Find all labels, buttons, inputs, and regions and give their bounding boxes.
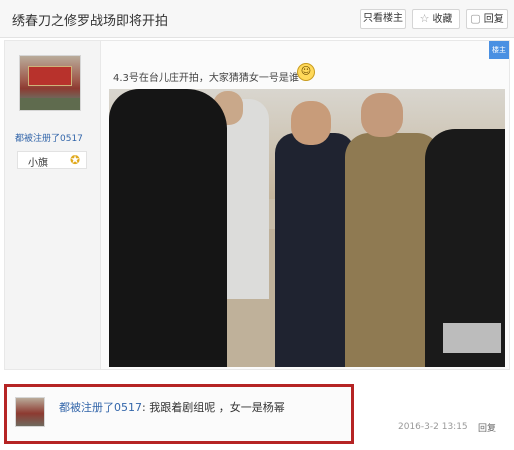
reply-text: 都被注册了0517: 我跟着剧组呢 ，女一是杨幂 [59, 399, 285, 415]
reply-label: 回复 [483, 14, 504, 25]
reply-icon: ▢ [470, 12, 481, 25]
author-name[interactable]: 都被注册了0517 [15, 131, 83, 144]
photo-person-head [361, 93, 403, 137]
reply-timestamp: 2016-3-2 13:15 [398, 422, 468, 432]
star-icon: ☆ [419, 12, 430, 25]
thread-title: 绣春刀之修罗战场即将开拍 [12, 14, 169, 29]
rank-badge: 小旗 ✪ [17, 151, 87, 169]
avatar[interactable] [19, 55, 81, 111]
favorite-button[interactable]: ☆ 收藏 [412, 9, 460, 29]
reply-content: : 我跟着剧组呢 ，女一是杨幂 [142, 401, 285, 414]
reply-highlight: 都被注册了0517: 我跟着剧组呢 ，女一是杨幂 [4, 384, 354, 444]
only-op-button[interactable]: 只看楼主 [360, 9, 406, 29]
blurred-watermark [443, 323, 501, 353]
favorite-label: 收藏 [432, 14, 453, 25]
avatar-sign [28, 66, 72, 86]
only-op-label: 只看楼主 [363, 13, 403, 24]
post-message: 4.3号在台儿庄开拍，大家猜猜女一号是谁 [113, 73, 299, 84]
avatar-ground [20, 98, 80, 110]
photo-person [109, 89, 227, 367]
reply-username[interactable]: 都被注册了0517 [59, 401, 142, 414]
main-post: 都被注册了0517 小旗 ✪ 楼主 4.3号在台儿庄开拍，大家猜猜女一号是谁 ☺ [4, 40, 510, 370]
rank-label: 小旗 [28, 158, 48, 169]
reply-avatar[interactable] [15, 397, 45, 427]
star-badge-icon: ✪ [69, 153, 81, 167]
photo-person [275, 133, 355, 367]
reply-link[interactable]: 回复 [478, 421, 496, 434]
op-corner-badge: 楼主 [489, 41, 509, 59]
thread-header: 绣春刀之修罗战场即将开拍 只看楼主 ☆ 收藏 ▢ 回复 [0, 0, 514, 38]
photo-person-head [291, 101, 331, 145]
reply-button[interactable]: ▢ 回复 [466, 9, 508, 29]
author-sidebar: 都被注册了0517 小旗 ✪ [5, 41, 101, 369]
smile-emoji-icon: ☺ [297, 63, 315, 81]
